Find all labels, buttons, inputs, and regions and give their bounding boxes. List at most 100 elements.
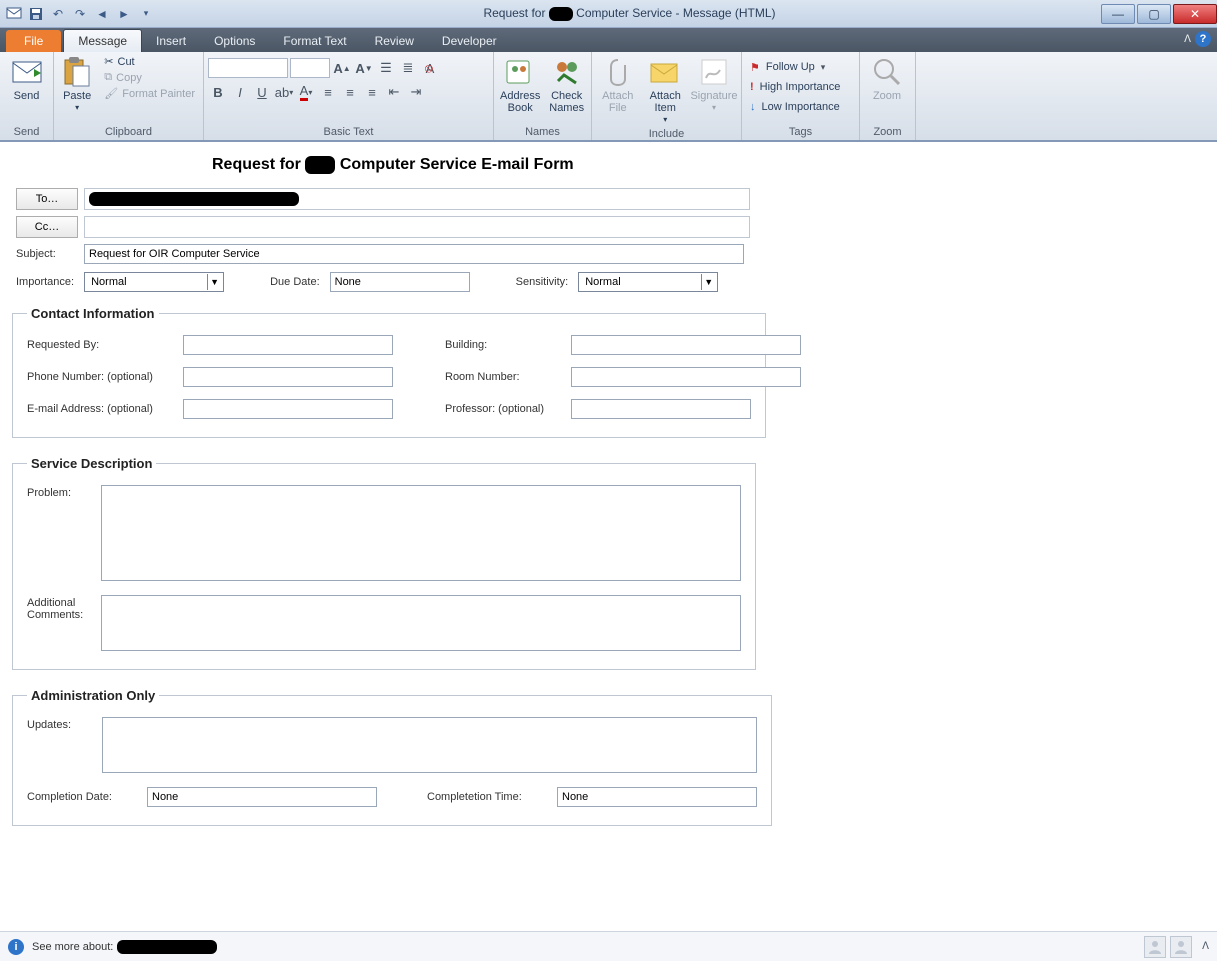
address-book-button[interactable]: Address Book <box>498 54 542 116</box>
low-importance-button[interactable]: ↓ Low Importance <box>746 98 844 116</box>
sensitivity-combo[interactable]: Normal▼ <box>578 272 718 292</box>
shrink-font-icon[interactable]: A▼ <box>354 58 374 78</box>
underline-icon[interactable]: U <box>252 82 272 102</box>
form-title-prefix: Request for <box>212 156 301 173</box>
align-center-icon[interactable]: ≡ <box>340 82 360 102</box>
save-icon[interactable] <box>26 4 46 24</box>
tab-developer[interactable]: Developer <box>428 30 511 52</box>
zoom-group-label: Zoom <box>864 125 911 140</box>
due-date-label: Due Date: <box>270 276 320 288</box>
high-importance-button[interactable]: !High Importance <box>746 78 844 96</box>
font-color-icon[interactable]: A▾ <box>296 82 316 102</box>
title-bar: ↶ ↷ ◄ ► ▾ Request for Computer Service -… <box>0 0 1217 28</box>
cut-label: Cut <box>118 56 135 68</box>
professor-input[interactable] <box>571 399 751 419</box>
clear-formatting-icon[interactable]: A⦸ <box>420 58 440 78</box>
bullets-icon[interactable]: ☰ <box>376 58 396 78</box>
building-input[interactable] <box>571 335 801 355</box>
file-tab[interactable]: File <box>6 30 61 52</box>
numbering-icon[interactable]: ≣ <box>398 58 418 78</box>
redacted-to <box>89 192 299 206</box>
tab-options[interactable]: Options <box>200 30 269 52</box>
due-date-input[interactable] <box>330 272 470 292</box>
tab-insert[interactable]: Insert <box>142 30 200 52</box>
align-right-icon[interactable]: ≡ <box>362 82 382 102</box>
grow-font-icon[interactable]: A▲ <box>332 58 352 78</box>
redacted-form-title <box>305 156 335 174</box>
send-label: Send <box>14 90 40 102</box>
building-label: Building: <box>445 339 565 351</box>
next-icon[interactable]: ► <box>114 4 134 24</box>
tab-format-text[interactable]: Format Text <box>269 30 360 52</box>
title-suffix: Computer Service - Message (HTML) <box>576 6 775 20</box>
qat-customize-icon[interactable]: ▾ <box>136 4 156 24</box>
close-button[interactable]: ✕ <box>1173 4 1217 24</box>
follow-up-button[interactable]: ⚑Follow Up▾ <box>746 58 829 76</box>
send-button[interactable]: Send <box>4 54 49 104</box>
redacted-people <box>117 940 217 954</box>
completion-time-label: Completetion Time: <box>427 791 547 803</box>
basic-text-group-label: Basic Text <box>208 125 489 140</box>
tab-review[interactable]: Review <box>361 30 428 52</box>
undo-icon[interactable]: ↶ <box>48 4 68 24</box>
align-left-icon[interactable]: ≡ <box>318 82 338 102</box>
increase-indent-icon[interactable]: ⇥ <box>406 82 426 102</box>
bold-icon[interactable]: B <box>208 82 228 102</box>
redo-icon[interactable]: ↷ <box>70 4 90 24</box>
low-importance-label: Low Importance <box>762 101 840 113</box>
cut-button[interactable]: ✂Cut <box>100 54 199 69</box>
font-family-combo[interactable] <box>208 58 288 78</box>
down-arrow-icon: ↓ <box>750 101 756 113</box>
ribbon-tabs: File Message Insert Options Format Text … <box>0 28 1217 52</box>
paste-button[interactable]: Paste▾ <box>58 54 96 115</box>
professor-label: Professor: (optional) <box>445 403 565 415</box>
room-input[interactable] <box>571 367 801 387</box>
problem-textarea[interactable] <box>101 485 741 581</box>
email-label: E-mail Address: (optional) <box>27 403 177 415</box>
copy-button[interactable]: ⧉Copy <box>100 70 199 85</box>
importance-combo[interactable]: Normal▼ <box>84 272 224 292</box>
window-title: Request for Computer Service - Message (… <box>160 6 1099 21</box>
requested-by-label: Requested By: <box>27 339 177 351</box>
copy-label: Copy <box>116 72 142 84</box>
minimize-ribbon-icon[interactable]: ᐱ <box>1184 34 1191 45</box>
app-icon[interactable] <box>4 4 24 24</box>
font-size-combo[interactable] <box>290 58 330 78</box>
email-input[interactable] <box>183 399 393 419</box>
attach-item-label: Attach Item <box>646 90 686 114</box>
chevron-down-icon: ▼ <box>701 274 715 290</box>
attach-file-button[interactable]: Attach File <box>596 54 640 116</box>
address-book-label: Address Book <box>500 90 540 114</box>
format-painter-button[interactable]: 🖌Format Painter <box>100 86 199 101</box>
minimize-button[interactable]: — <box>1101 4 1135 24</box>
to-field[interactable] <box>84 188 750 210</box>
person-silhouette-icon[interactable] <box>1170 936 1192 958</box>
subject-input[interactable] <box>84 244 744 264</box>
updates-textarea[interactable] <box>102 717 757 773</box>
zoom-button[interactable]: Zoom <box>864 54 910 104</box>
tab-message[interactable]: Message <box>63 29 142 52</box>
requested-by-input[interactable] <box>183 335 393 355</box>
see-more-label: See more about: <box>32 941 113 953</box>
quick-access-toolbar: ↶ ↷ ◄ ► ▾ <box>0 4 160 24</box>
cc-button[interactable]: Cc… <box>16 216 78 238</box>
italic-icon[interactable]: I <box>230 82 250 102</box>
attach-item-button[interactable]: Attach Item▾ <box>644 54 688 127</box>
help-icon[interactable]: ? <box>1195 31 1211 47</box>
check-names-button[interactable]: Check Names <box>546 54 587 116</box>
decrease-indent-icon[interactable]: ⇤ <box>384 82 404 102</box>
highlight-icon[interactable]: ab▾ <box>274 82 294 102</box>
expand-people-pane-icon[interactable]: ᐱ <box>1202 941 1209 952</box>
completion-time-input[interactable] <box>557 787 757 807</box>
signature-button[interactable]: Signature▾ <box>691 54 737 115</box>
window-controls: — ▢ ✕ <box>1099 4 1217 24</box>
zoom-label: Zoom <box>873 90 901 102</box>
maximize-button[interactable]: ▢ <box>1137 4 1171 24</box>
additional-comments-textarea[interactable] <box>101 595 741 651</box>
completion-date-input[interactable] <box>147 787 377 807</box>
to-button[interactable]: To… <box>16 188 78 210</box>
phone-input[interactable] <box>183 367 393 387</box>
person-silhouette-icon[interactable] <box>1144 936 1166 958</box>
previous-icon[interactable]: ◄ <box>92 4 112 24</box>
cc-field[interactable] <box>84 216 750 238</box>
